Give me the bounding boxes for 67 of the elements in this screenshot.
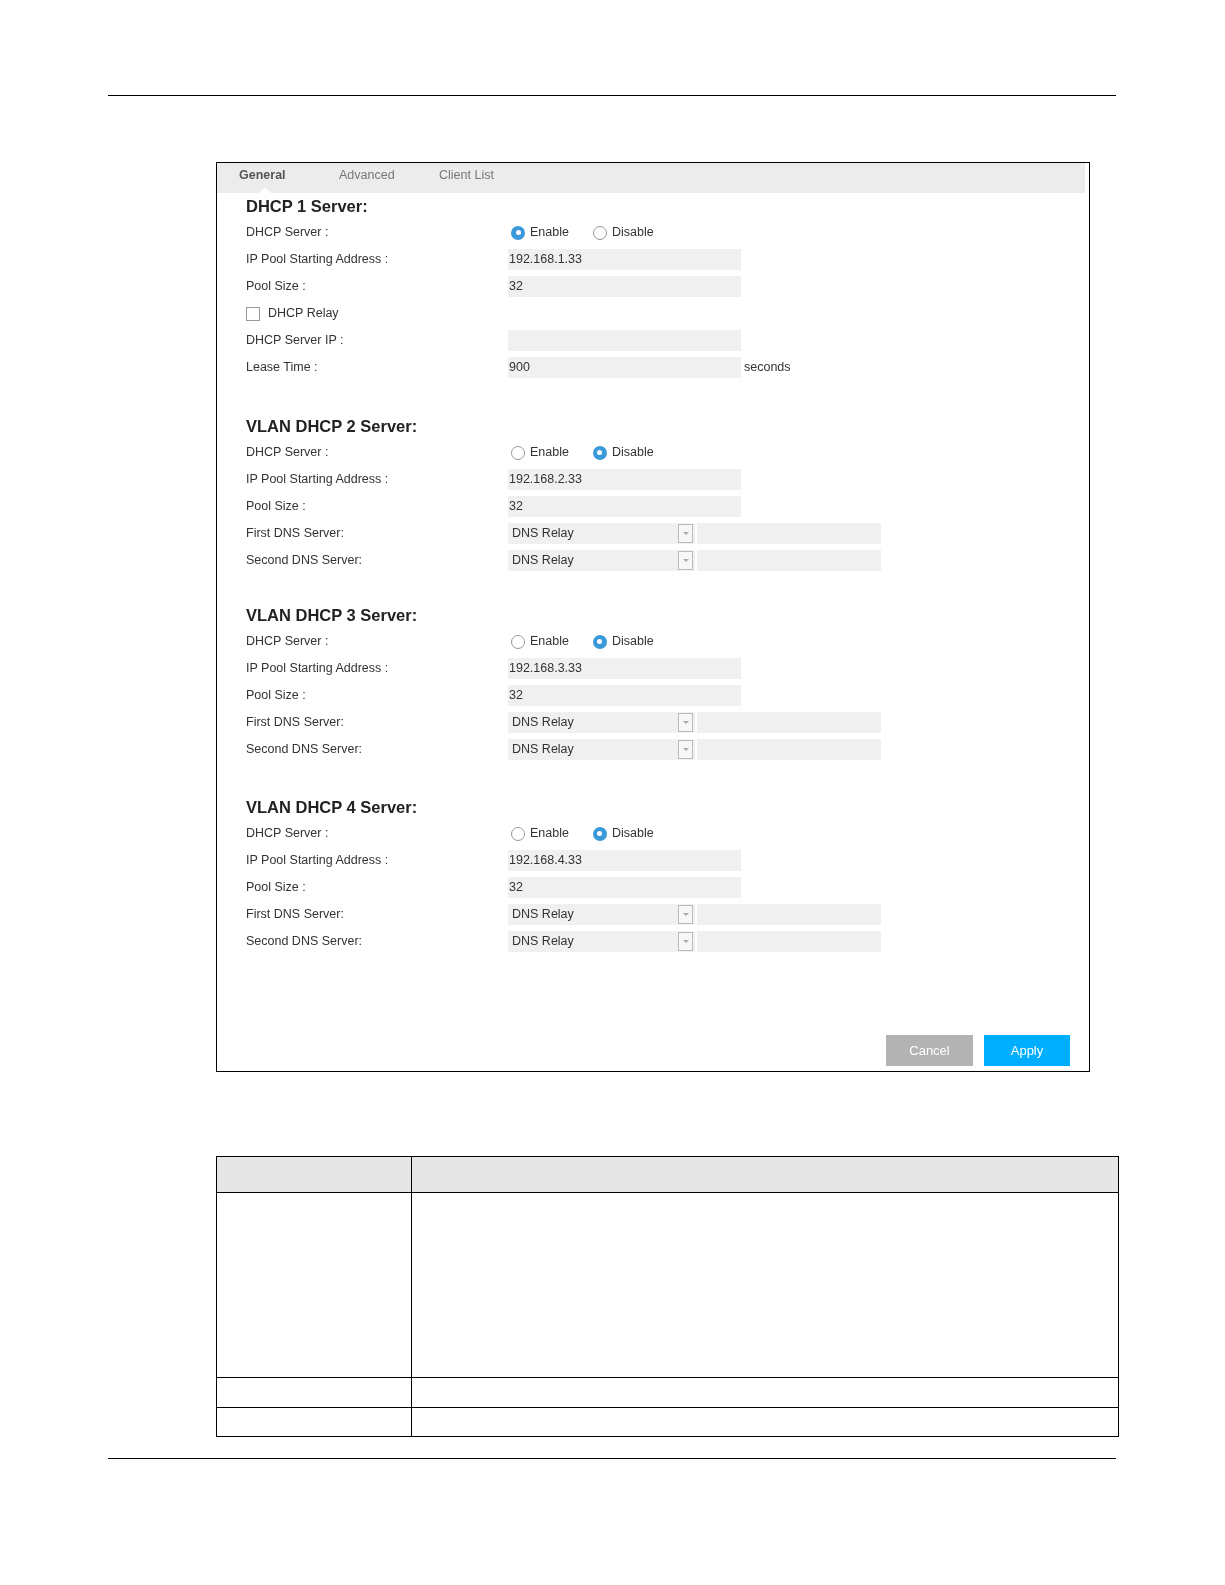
radio-button[interactable] <box>511 225 525 240</box>
field-label: IP Pool Starting Address : <box>246 660 390 678</box>
input-field[interactable]: 32 <box>508 877 741 898</box>
dropdown[interactable]: DNS Relay <box>508 550 695 571</box>
input-field[interactable]: 192.168.3.33 <box>508 658 741 679</box>
radio-label: Disable <box>611 633 654 651</box>
field-label: Pool Size : <box>246 687 307 705</box>
caret-icon <box>682 559 689 562</box>
tab[interactable]: General <box>239 163 339 193</box>
field-label: First DNS Server: <box>246 525 345 543</box>
field-label: Pool Size : <box>246 278 307 296</box>
field-label: IP Pool Starting Address : <box>246 251 390 269</box>
caret-icon <box>682 940 689 943</box>
section-heading: VLAN DHCP 4 Server: <box>246 796 419 818</box>
caret-icon <box>682 721 689 724</box>
field-label: Second DNS Server: <box>246 933 364 951</box>
tab[interactable]: Advanced <box>339 163 439 193</box>
dropdown[interactable]: DNS Relay <box>508 739 695 760</box>
radio-button[interactable] <box>592 826 607 841</box>
radio-button[interactable] <box>511 445 525 460</box>
section-heading: VLAN DHCP 2 Server: <box>246 415 419 437</box>
caret-icon <box>682 748 689 751</box>
section-heading: DHCP 1 Server: <box>246 195 369 217</box>
field-label: First DNS Server: <box>246 714 345 732</box>
caret-icon <box>682 913 689 916</box>
section-heading: VLAN DHCP 3 Server: <box>246 604 419 626</box>
radio-label: Disable <box>611 224 654 242</box>
dropdown[interactable]: DNS Relay <box>508 523 695 544</box>
checkbox-label: DHCP Relay <box>268 305 339 323</box>
field-label: DHCP Server : <box>246 444 330 462</box>
field-label: IP Pool Starting Address : <box>246 471 390 489</box>
dropdown[interactable]: DNS Relay <box>508 904 695 925</box>
field-label: DHCP Server : <box>246 825 330 843</box>
radio-label: Enable <box>530 825 569 843</box>
dropdown[interactable]: DNS Relay <box>508 931 695 952</box>
radio-button[interactable] <box>592 634 607 649</box>
field-label: DHCP Server : <box>246 633 330 651</box>
input-field[interactable]: 192.168.1.33 <box>508 249 741 270</box>
radio-label: Disable <box>611 825 654 843</box>
input-field[interactable]: 192.168.2.33 <box>508 469 741 490</box>
field-label: Pool Size : <box>246 879 307 897</box>
input-field[interactable]: 32 <box>508 685 741 706</box>
field-label: Second DNS Server: <box>246 741 364 759</box>
caret-icon <box>682 532 689 535</box>
field-label: Lease Time : <box>246 359 319 377</box>
radio-label: Enable <box>530 633 569 651</box>
radio-label: Enable <box>530 444 569 462</box>
dropdown[interactable]: DNS Relay <box>508 712 695 733</box>
unit-label: seconds <box>744 359 791 377</box>
input-field[interactable]: 900 <box>508 357 741 378</box>
radio-button[interactable] <box>592 225 607 240</box>
field-label: DHCP Server IP : <box>246 332 345 350</box>
input-field[interactable]: 192.168.4.33 <box>508 850 741 871</box>
radio-label: Disable <box>611 444 654 462</box>
input-field[interactable]: 32 <box>508 276 741 297</box>
input-field[interactable]: 32 <box>508 496 741 517</box>
radio-button[interactable] <box>592 445 607 460</box>
field-label: Pool Size : <box>246 498 307 516</box>
radio-label: Enable <box>530 224 569 242</box>
tab[interactable]: Client List <box>439 163 539 193</box>
field-label: First DNS Server: <box>246 906 345 924</box>
checkbox[interactable] <box>246 306 260 321</box>
field-label: Second DNS Server: <box>246 552 364 570</box>
field-label: DHCP Server : <box>246 224 330 242</box>
radio-button[interactable] <box>511 634 525 649</box>
field-label: IP Pool Starting Address : <box>246 852 390 870</box>
radio-button[interactable] <box>511 826 525 841</box>
